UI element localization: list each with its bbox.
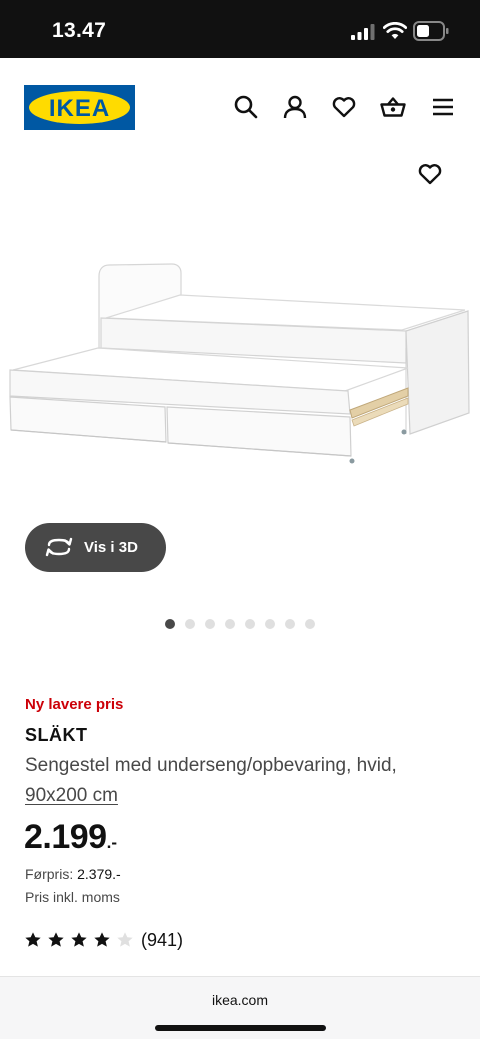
favorite-heart-icon[interactable] [417,161,443,187]
search-icon[interactable] [233,94,259,120]
status-bar: 13.47 [0,0,480,58]
carousel-dot[interactable] [285,619,295,629]
heart-icon[interactable] [331,94,357,120]
status-time: 13.47 [52,19,107,42]
price-decimal: .- [106,833,117,852]
logo-text: IKEA [48,95,111,122]
view-3d-button[interactable]: Vis i 3D [25,523,166,572]
carousel-dot[interactable] [225,619,235,629]
ikea-logo[interactable]: IKEA [24,85,135,130]
carousel-dot[interactable] [185,619,195,629]
wifi-icon [383,22,407,39]
product-price: 2.199.- [24,818,117,857]
browser-address-bar[interactable]: ikea.com [0,976,480,1039]
home-indicator [155,1025,326,1031]
view-3d-label: Vis i 3D [84,539,138,556]
review-count[interactable]: (941) [141,930,183,951]
price-integer: 2.199 [24,818,107,856]
carousel-dot[interactable] [265,619,275,629]
new-lower-price-badge: Ny lavere pris [25,696,124,713]
star-icon [117,932,133,947]
cellular-signal-icon [351,24,375,40]
cart-icon[interactable] [380,94,406,120]
star-icon [71,932,87,947]
carousel-dot[interactable] [205,619,215,629]
browser-url[interactable]: ikea.com [0,992,480,1008]
product-size-link[interactable]: 90x200 cm [25,785,118,807]
product-name: SLÄKT [25,725,88,745]
profile-icon[interactable] [282,94,308,120]
star-icon [94,932,110,947]
site-header: IKEA [0,58,480,158]
menu-icon[interactable] [430,94,456,120]
star-icon [25,932,41,947]
carousel-dot[interactable] [305,619,315,629]
previous-price-value: 2.379.- [77,866,121,882]
battery-icon [413,21,449,41]
carousel-dot[interactable] [165,619,175,629]
previous-price-label: Førpris: [25,866,74,882]
previous-price: Førpris: 2.379.- [25,866,121,882]
product-description: Sengestel med underseng/opbevaring, hvid… [25,755,397,776]
carousel-dot[interactable] [245,619,255,629]
vat-note: Pris inkl. moms [25,889,120,905]
rotate-3d-icon [45,537,73,557]
star-icon [48,932,64,947]
